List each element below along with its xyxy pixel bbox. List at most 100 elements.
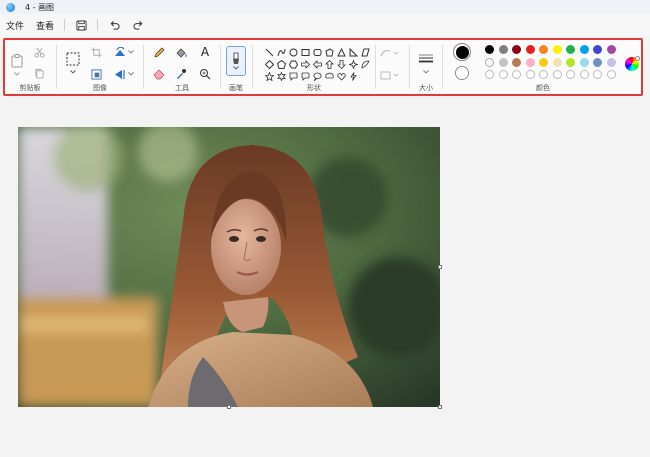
six-point-star-shape-icon[interactable] bbox=[275, 70, 287, 82]
color-swatch[interactable] bbox=[485, 57, 494, 67]
paste-icon[interactable] bbox=[9, 52, 25, 70]
cut-icon[interactable] bbox=[33, 46, 45, 58]
fill-bucket-icon[interactable] bbox=[174, 46, 188, 60]
custom-color-slot[interactable] bbox=[525, 70, 535, 79]
brushes-group: 画笔 bbox=[221, 40, 251, 94]
cloud-callout-shape-icon[interactable] bbox=[323, 70, 335, 82]
polygon-shape-icon[interactable] bbox=[323, 46, 335, 58]
oval-shape-icon[interactable] bbox=[287, 46, 299, 58]
oval-callout-shape-icon[interactable] bbox=[311, 70, 323, 82]
text-tool-icon[interactable]: A bbox=[198, 45, 212, 59]
image-group-label: 图像 bbox=[93, 84, 107, 92]
four-point-star-shape-icon[interactable] bbox=[347, 58, 359, 70]
menu-view[interactable]: 查看 bbox=[30, 14, 60, 36]
color-swatch[interactable] bbox=[552, 45, 562, 54]
resize-handle-corner[interactable] bbox=[438, 405, 442, 409]
custom-color-slot[interactable] bbox=[579, 70, 589, 79]
crop-icon[interactable] bbox=[90, 46, 102, 58]
resize-handle-right[interactable] bbox=[438, 265, 442, 269]
pencil-icon[interactable] bbox=[152, 46, 166, 60]
down-arrow-shape-icon[interactable] bbox=[335, 58, 347, 70]
chevron-down-icon[interactable] bbox=[127, 71, 135, 77]
color-swatch[interactable] bbox=[566, 57, 575, 67]
chevron-down-icon[interactable] bbox=[68, 69, 78, 75]
color-swatch[interactable] bbox=[606, 57, 616, 67]
custom-color-slot[interactable] bbox=[539, 70, 548, 79]
magnifier-icon[interactable] bbox=[198, 67, 212, 81]
rounded-rectangle-shape-icon[interactable] bbox=[311, 46, 323, 58]
custom-color-slot[interactable] bbox=[552, 70, 562, 79]
custom-color-slot[interactable] bbox=[566, 70, 575, 79]
color-swatch[interactable] bbox=[566, 45, 575, 54]
color-swatch[interactable] bbox=[579, 45, 589, 54]
triangle-shape-icon[interactable] bbox=[335, 46, 347, 58]
resize-icon[interactable] bbox=[90, 68, 102, 80]
size-group-label: 大小 bbox=[419, 84, 433, 92]
redo-icon[interactable] bbox=[130, 17, 146, 33]
resize-handle-bottom[interactable] bbox=[227, 405, 231, 409]
custom-color-slot[interactable] bbox=[593, 70, 602, 79]
color-swatch[interactable] bbox=[525, 45, 535, 54]
flip-icon[interactable] bbox=[113, 68, 127, 80]
line-shape-icon[interactable] bbox=[263, 46, 275, 58]
copy-icon[interactable] bbox=[33, 67, 45, 79]
diamond-shape-icon[interactable] bbox=[263, 58, 275, 70]
chevron-down-icon[interactable] bbox=[421, 69, 431, 75]
window-title: 4 - 画图 bbox=[25, 2, 55, 12]
color-swatch[interactable] bbox=[512, 45, 521, 54]
up-arrow-shape-icon[interactable] bbox=[323, 58, 335, 70]
outline-icon[interactable] bbox=[379, 47, 401, 59]
menu-file[interactable]: 文件 bbox=[0, 14, 30, 36]
left-arrow-shape-icon[interactable] bbox=[311, 58, 323, 70]
canvas-image[interactable] bbox=[18, 127, 440, 407]
heart-shape-icon[interactable] bbox=[335, 70, 347, 82]
save-icon[interactable] bbox=[73, 17, 89, 33]
brush-button[interactable] bbox=[226, 46, 246, 76]
color-swatch[interactable] bbox=[552, 57, 562, 67]
chevron-down-icon[interactable] bbox=[12, 71, 22, 77]
color-picker-icon[interactable] bbox=[174, 67, 188, 81]
line-width-icon[interactable] bbox=[417, 52, 435, 66]
color-swatch[interactable] bbox=[606, 45, 616, 54]
pentagon-shape-icon[interactable] bbox=[275, 58, 287, 70]
five-point-star-shape-icon[interactable] bbox=[263, 70, 275, 82]
freeform-shape-icon[interactable] bbox=[359, 58, 371, 70]
lightning-shape-icon[interactable] bbox=[347, 70, 359, 82]
custom-color-slot[interactable] bbox=[512, 70, 521, 79]
fill-icon[interactable] bbox=[379, 69, 401, 81]
color-swatch[interactable] bbox=[498, 45, 508, 54]
rectangle-shape-icon[interactable] bbox=[299, 46, 311, 58]
color-swatch[interactable] bbox=[593, 45, 602, 54]
menu-bar: 文件 查看 bbox=[0, 14, 650, 36]
custom-color-slot[interactable] bbox=[606, 70, 616, 79]
curve-shape-icon[interactable] bbox=[275, 46, 287, 58]
select-icon[interactable] bbox=[65, 51, 81, 67]
color-swatch[interactable] bbox=[485, 45, 494, 54]
custom-color-slot[interactable] bbox=[485, 70, 494, 79]
edit-colors-icon[interactable] bbox=[625, 56, 640, 71]
color-swatch[interactable] bbox=[498, 57, 508, 67]
hexagon-shape-icon[interactable] bbox=[287, 58, 299, 70]
tools-group-label: 工具 bbox=[175, 84, 189, 92]
primary-color[interactable] bbox=[453, 43, 471, 61]
rotate-icon[interactable] bbox=[113, 46, 127, 58]
rounded-callout-shape-icon[interactable] bbox=[299, 70, 311, 82]
right-arrow-shape-icon[interactable] bbox=[299, 58, 311, 70]
color-swatch[interactable] bbox=[579, 57, 589, 67]
color-swatch[interactable] bbox=[593, 57, 602, 67]
chevron-down-icon[interactable] bbox=[127, 49, 135, 55]
undo-icon[interactable] bbox=[106, 17, 122, 33]
color-swatch[interactable] bbox=[539, 57, 548, 67]
tools-group: A 工具 bbox=[144, 40, 220, 94]
parallelogram-shape-icon[interactable] bbox=[359, 46, 371, 58]
rect-callout-shape-icon[interactable] bbox=[287, 70, 299, 82]
custom-color-slot[interactable] bbox=[498, 70, 508, 79]
canvas-area[interactable] bbox=[0, 100, 650, 457]
color-swatch[interactable] bbox=[525, 57, 535, 67]
color-swatch[interactable] bbox=[512, 57, 521, 67]
right-triangle-shape-icon[interactable] bbox=[347, 46, 359, 58]
eraser-icon[interactable] bbox=[152, 67, 166, 81]
secondary-color[interactable] bbox=[455, 66, 469, 80]
color-swatch[interactable] bbox=[539, 45, 548, 54]
shapes-group-label: 形状 bbox=[307, 84, 321, 92]
